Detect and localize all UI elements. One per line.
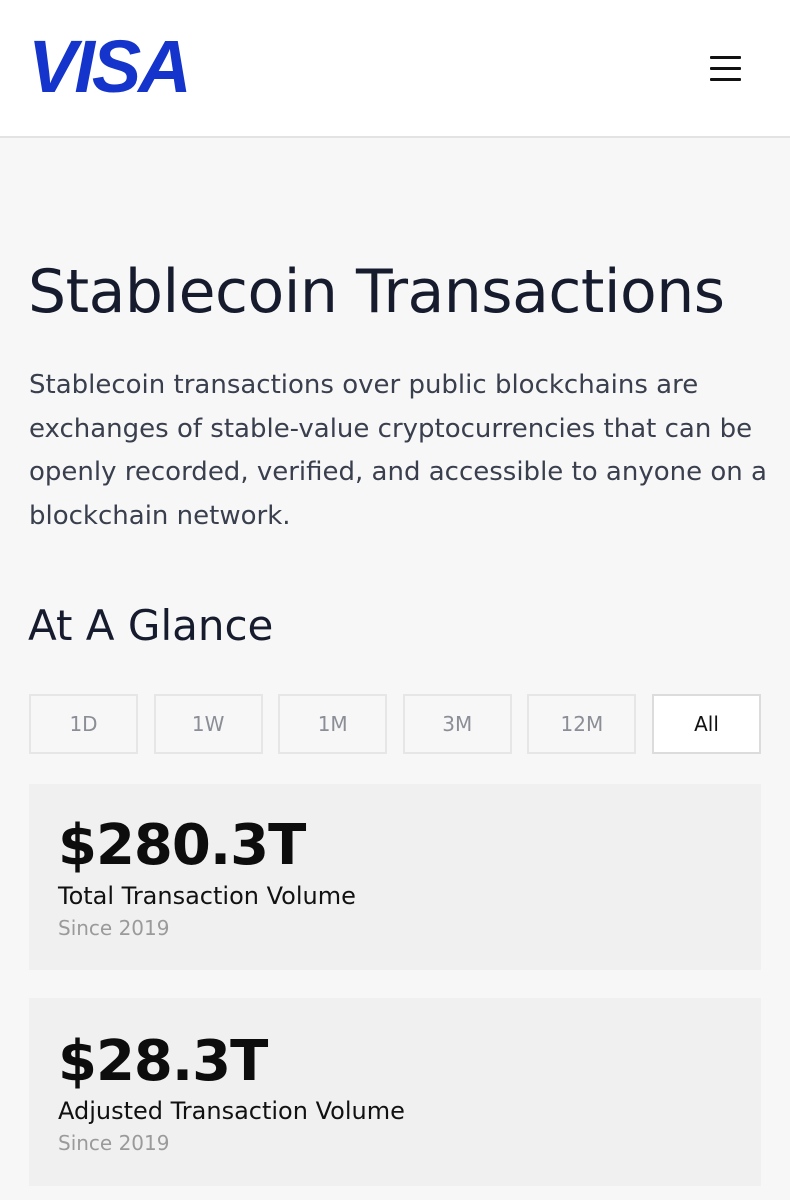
adjusted-volume-card: $28.3T Adjusted Transaction Volume Since… [29,998,761,1186]
at-a-glance-heading: At A Glance [28,601,274,650]
filter-1m-button[interactable]: 1M [278,694,388,754]
top-navigation-bar: VISA [0,0,790,138]
total-volume-since: Since 2019 [58,916,170,940]
hamburger-menu-icon[interactable] [702,50,748,88]
filter-3m-button[interactable]: 3M [402,694,512,754]
page-description: Stablecoin transactions over public bloc… [29,370,767,531]
time-range-filter: 1D 1W 1M 3M 12M All [29,694,761,754]
total-volume-label: Total Transaction Volume [58,882,356,910]
total-volume-card: $280.3T Total Transaction Volume Since 2… [29,784,761,970]
adjusted-volume-label: Adjusted Transaction Volume [58,1097,405,1125]
adjusted-volume-value: $28.3T [58,1029,268,1094]
visa-logo[interactable]: VISA [28,38,202,96]
page-title: Stablecoin Transactions [28,257,725,327]
menu-bar-bottom [710,78,741,81]
adjusted-volume-since: Since 2019 [58,1131,170,1155]
visa-logo-text: VISA [28,38,189,96]
filter-12m-button[interactable]: 12M [527,694,637,754]
total-volume-value: $280.3T [58,813,306,878]
filter-1w-button[interactable]: 1W [153,694,263,754]
filter-all-button[interactable]: All [652,694,761,754]
menu-bar-top [710,56,741,59]
filter-1d-button[interactable]: 1D [29,694,138,754]
menu-bar-middle [710,67,741,70]
